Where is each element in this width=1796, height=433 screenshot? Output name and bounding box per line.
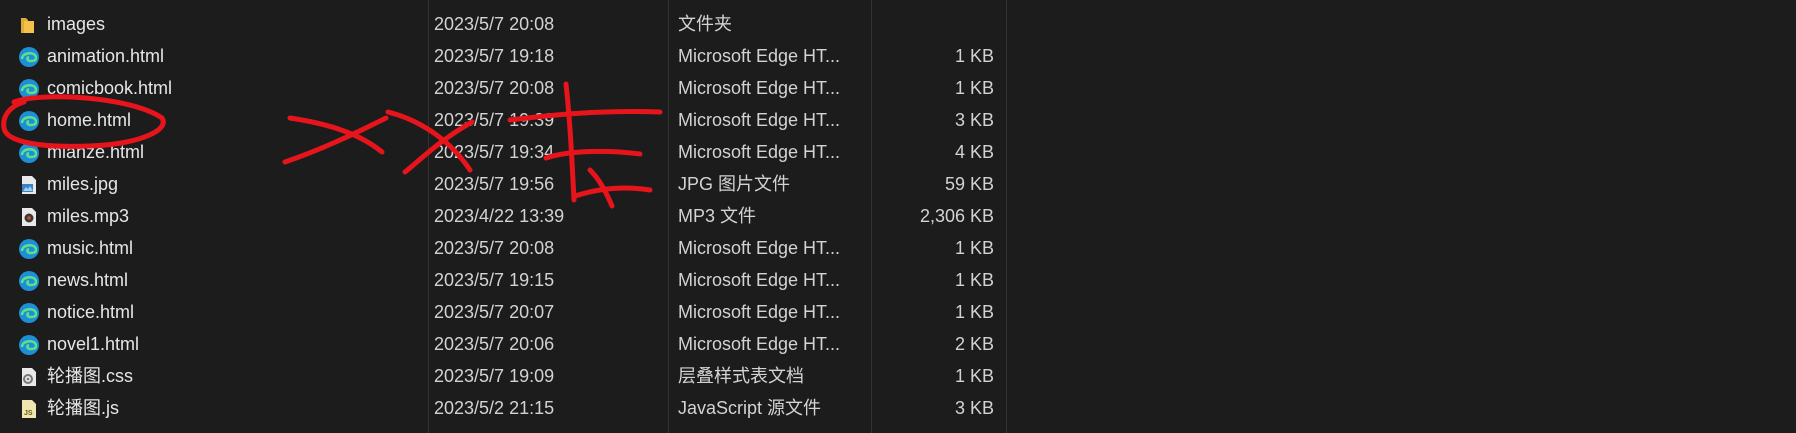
file-type: Microsoft Edge HT... [678, 78, 841, 98]
file-size: 3 KB [954, 398, 994, 418]
file-type: Microsoft Edge HT... [678, 142, 841, 162]
file-size: 2 KB [954, 334, 994, 354]
folder-icon [21, 18, 34, 33]
file-row[interactable]: animation.html 2023/5/7 19:18 Microsoft … [0, 40, 1796, 72]
file-type: JavaScript 源文件 [678, 398, 822, 418]
edge-icon [19, 239, 39, 259]
css-icon [22, 368, 36, 386]
file-row[interactable]: mianze.html 2023/5/7 19:34 Microsoft Edg… [0, 136, 1796, 168]
file-name: 轮播图.css [47, 366, 134, 386]
date-modified: 2023/5/7 20:08 [434, 78, 555, 98]
file-name: mianze.html [47, 142, 145, 162]
file-row[interactable]: novel1.html 2023/5/7 20:06 Microsoft Edg… [0, 328, 1796, 360]
file-size: 1 KB [954, 270, 994, 290]
file-name: animation.html [47, 46, 165, 66]
file-size: 2,306 KB [919, 206, 994, 226]
file-row[interactable]: miles.mp3 2023/4/22 13:39 MP3 文件 2,306 K… [0, 200, 1796, 232]
file-row[interactable]: 轮播图.css 2023/5/7 19:09 层叠样式表文档 1 KB [0, 360, 1796, 392]
file-row[interactable]: miles.jpg 2023/5/7 19:56 JPG 图片文件 59 KB [0, 168, 1796, 200]
edge-icon [19, 271, 39, 291]
date-modified: 2023/5/7 19:56 [434, 174, 555, 194]
edge-icon [19, 47, 39, 67]
file-name: images [47, 14, 106, 34]
file-type: 文件夹 [678, 14, 732, 34]
date-modified: 2023/5/7 20:08 [434, 14, 555, 34]
date-modified: 2023/5/7 20:08 [434, 238, 555, 258]
file-name: comicbook.html [47, 78, 173, 98]
file-name: novel1.html [47, 334, 140, 354]
edge-icon [19, 143, 39, 163]
file-row[interactable]: news.html 2023/5/7 19:15 Microsoft Edge … [0, 264, 1796, 296]
date-modified: 2023/5/7 19:09 [434, 366, 555, 386]
edge-icon [19, 303, 39, 323]
file-row[interactable]: comicbook.html 2023/5/7 20:08 Microsoft … [0, 72, 1796, 104]
file-type: MP3 文件 [678, 206, 757, 226]
edge-icon [19, 79, 39, 99]
file-size: 3 KB [954, 110, 994, 130]
file-type: Microsoft Edge HT... [678, 270, 841, 290]
file-type: Microsoft Edge HT... [678, 302, 841, 322]
edge-icon [19, 111, 39, 131]
file-name: music.html [47, 238, 134, 258]
file-size: 1 KB [954, 366, 994, 386]
date-modified: 2023/5/2 21:15 [434, 398, 555, 418]
date-modified: 2023/4/22 13:39 [434, 206, 565, 226]
date-modified: 2023/5/7 19:34 [434, 142, 555, 162]
file-row[interactable]: music.html 2023/5/7 20:08 Microsoft Edge… [0, 232, 1796, 264]
file-type: Microsoft Edge HT... [678, 334, 841, 354]
date-modified: 2023/5/7 19:15 [434, 270, 555, 290]
file-row[interactable]: notice.html 2023/5/7 20:07 Microsoft Edg… [0, 296, 1796, 328]
file-row[interactable]: JS 轮播图.js 2023/5/2 21:15 JavaScript 源文件 … [0, 392, 1796, 424]
date-modified: 2023/5/7 20:07 [434, 302, 555, 322]
file-name: news.html [47, 270, 129, 290]
file-row[interactable]: home.html 2023/5/7 19:39 Microsoft Edge … [0, 104, 1796, 136]
file-type: JPG 图片文件 [678, 174, 791, 194]
file-type: Microsoft Edge HT... [678, 110, 841, 130]
file-name: notice.html [47, 302, 135, 322]
file-name: miles.jpg [47, 174, 119, 194]
date-modified: 2023/5/7 19:39 [434, 110, 555, 130]
file-list: images 2023/5/7 20:08 文件夹 animation.html… [0, 8, 1796, 424]
js-icon: JS [22, 400, 36, 418]
file-type: 层叠样式表文档 [678, 366, 804, 386]
file-type: Microsoft Edge HT... [678, 238, 841, 258]
file-size: 1 KB [954, 46, 994, 66]
svg-text:JS: JS [24, 410, 33, 417]
date-modified: 2023/5/7 20:06 [434, 334, 555, 354]
file-name: home.html [47, 110, 132, 130]
file-size: 1 KB [954, 78, 994, 98]
file-size: 1 KB [954, 238, 994, 258]
file-row[interactable]: images 2023/5/7 20:08 文件夹 [0, 8, 1796, 40]
file-name: 轮播图.js [47, 398, 119, 418]
file-size: 1 KB [954, 302, 994, 322]
file-size: 4 KB [954, 142, 994, 162]
edge-icon [19, 335, 39, 355]
file-name: miles.mp3 [47, 206, 130, 226]
mp3-icon [22, 208, 36, 226]
file-type: Microsoft Edge HT... [678, 46, 841, 66]
file-size: 59 KB [944, 174, 994, 194]
jpg-icon [22, 176, 36, 194]
date-modified: 2023/5/7 19:18 [434, 46, 555, 66]
